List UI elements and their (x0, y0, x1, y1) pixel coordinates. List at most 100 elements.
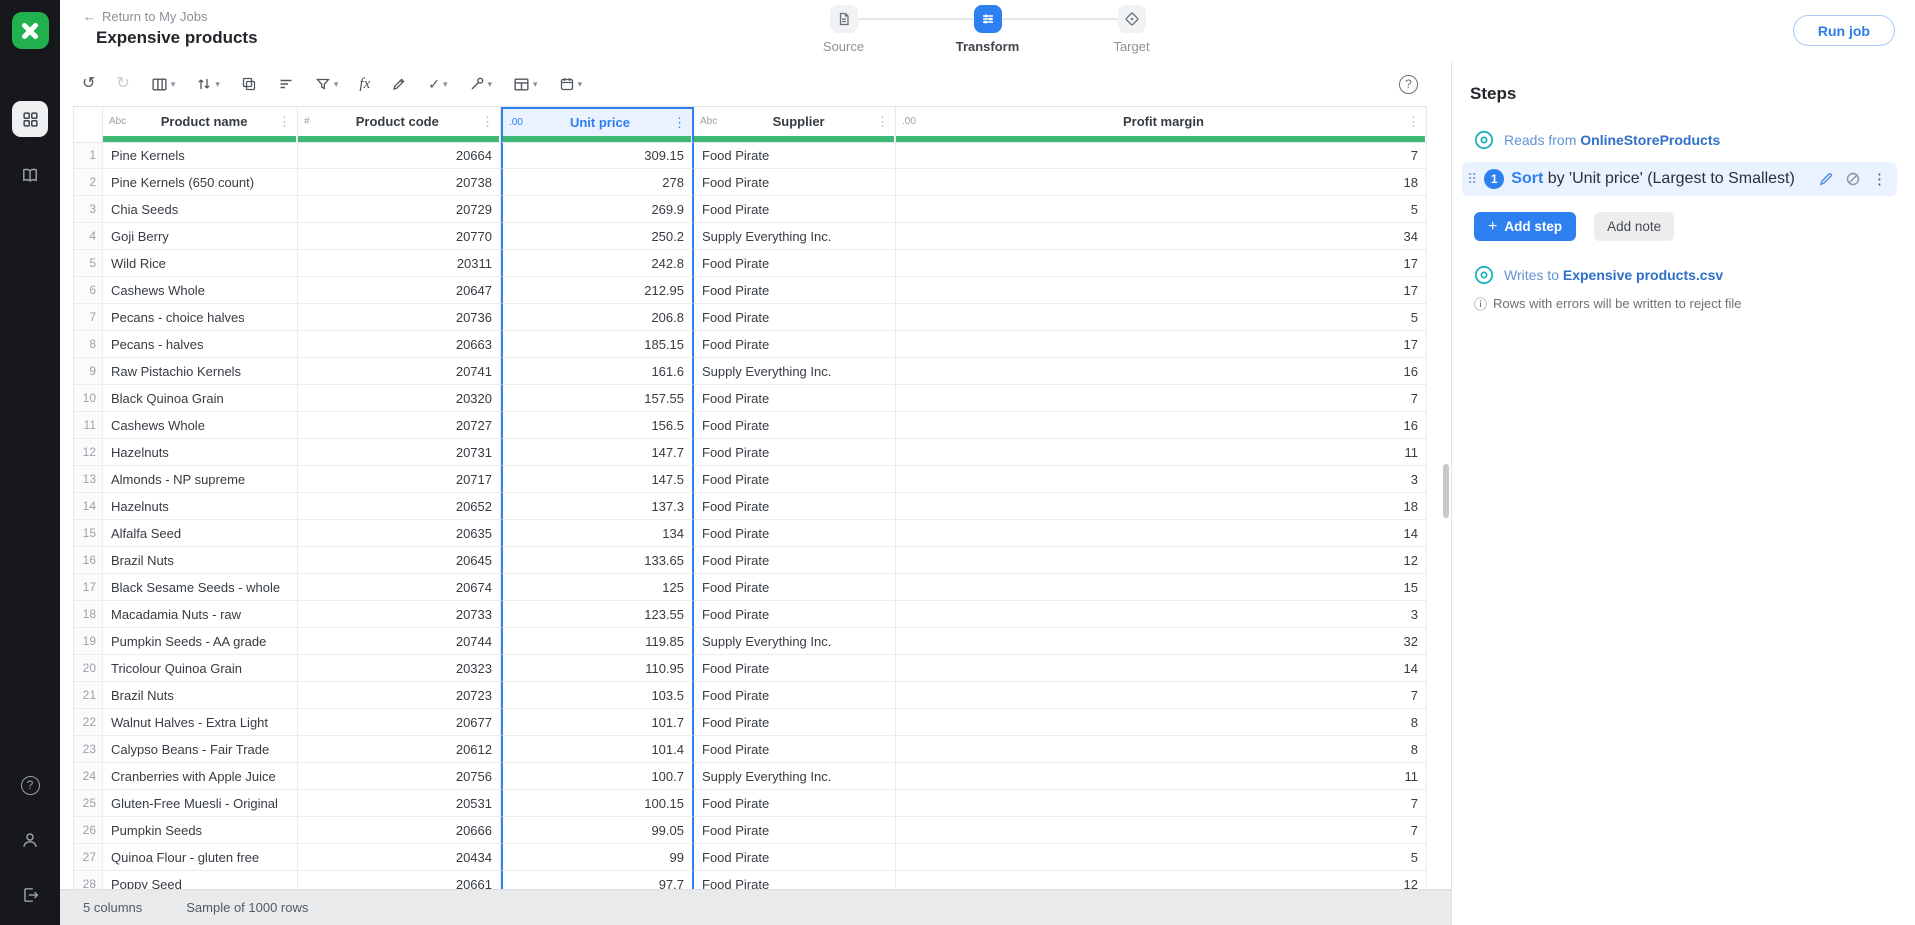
cell[interactable]: Food Pirate (694, 844, 896, 871)
cell[interactable]: Macadamia Nuts - raw (103, 601, 298, 628)
cell[interactable]: 206.8 (501, 304, 694, 331)
cell[interactable]: 100.15 (501, 790, 694, 817)
stepper-source[interactable]: Source (830, 5, 858, 33)
column-menu-icon[interactable]: ⋮ (876, 114, 889, 130)
cell[interactable]: 8 (896, 736, 1427, 763)
cell[interactable]: 20736 (298, 304, 501, 331)
cell[interactable]: 20652 (298, 493, 501, 520)
grid-scrollbar-thumb[interactable] (1443, 464, 1449, 518)
cell[interactable]: Food Pirate (694, 736, 896, 763)
cell[interactable]: Pecans - choice halves (103, 304, 298, 331)
cell[interactable]: Food Pirate (694, 277, 896, 304)
cell[interactable]: 5 (896, 196, 1427, 223)
cell[interactable]: Quinoa Flour - gluten free (103, 844, 298, 871)
cell[interactable]: 125 (501, 574, 694, 601)
validate-icon[interactable]: ✓▾ (428, 77, 447, 91)
write-step-file-link[interactable]: Expensive products.csv (1563, 267, 1723, 283)
cell[interactable]: Supply Everything Inc. (694, 223, 896, 250)
cell[interactable]: 18 (896, 169, 1427, 196)
cell[interactable]: 14 (896, 655, 1427, 682)
cell[interactable]: 20666 (298, 817, 501, 844)
cell[interactable]: Pumpkin Seeds - AA grade (103, 628, 298, 655)
account-icon[interactable] (12, 822, 48, 858)
app-logo[interactable] (12, 12, 49, 49)
stepper-transform[interactable]: Transform (974, 5, 1002, 33)
cell[interactable]: Food Pirate (694, 196, 896, 223)
column-header-supplier[interactable]: AbcSupplier⋮ (694, 107, 896, 143)
cell[interactable]: 212.95 (501, 277, 694, 304)
cell[interactable]: 250.2 (501, 223, 694, 250)
cell[interactable]: 309.15 (501, 142, 694, 169)
cell[interactable]: 20744 (298, 628, 501, 655)
cell[interactable]: 3 (896, 466, 1427, 493)
cell[interactable]: 11 (896, 439, 1427, 466)
cell[interactable]: 20311 (298, 250, 501, 277)
write-step[interactable]: Writes to Expensive products.csv (1470, 265, 1899, 285)
cell[interactable]: Raw Pistachio Kernels (103, 358, 298, 385)
cell[interactable]: 34 (896, 223, 1427, 250)
cell[interactable]: 14 (896, 520, 1427, 547)
cell[interactable]: 7 (896, 790, 1427, 817)
cell[interactable]: 7 (896, 142, 1427, 169)
cell[interactable]: Supply Everything Inc. (694, 628, 896, 655)
cell[interactable]: Food Pirate (694, 493, 896, 520)
cell[interactable]: 17 (896, 250, 1427, 277)
cell[interactable]: 20674 (298, 574, 501, 601)
dedupe-icon[interactable] (241, 76, 257, 92)
cell[interactable]: 20741 (298, 358, 501, 385)
fix-icon[interactable]: ▾ (469, 76, 493, 92)
sidebar-item-library[interactable] (12, 157, 48, 193)
cell[interactable]: 20663 (298, 331, 501, 358)
cell[interactable]: Gluten-Free Muesli - Original (103, 790, 298, 817)
edit-cells-icon[interactable] (391, 76, 407, 92)
cell[interactable]: 269.9 (501, 196, 694, 223)
cell[interactable]: Black Sesame Seeds - whole (103, 574, 298, 601)
cell[interactable]: Hazelnuts (103, 493, 298, 520)
cell[interactable]: Goji Berry (103, 223, 298, 250)
cell[interactable]: Brazil Nuts (103, 547, 298, 574)
redo-icon[interactable]: ↻ (116, 76, 129, 92)
cell[interactable]: 123.55 (501, 601, 694, 628)
edit-step-icon[interactable] (1818, 171, 1834, 187)
columns-icon[interactable]: ▾ (151, 76, 176, 93)
cell[interactable]: Alfalfa Seed (103, 520, 298, 547)
cell[interactable]: 161.6 (501, 358, 694, 385)
column-header-profit-margin[interactable]: .00Profit margin⋮ (896, 107, 1427, 143)
cell[interactable]: 20738 (298, 169, 501, 196)
cell[interactable]: Calypso Beans - Fair Trade (103, 736, 298, 763)
cell[interactable]: Supply Everything Inc. (694, 358, 896, 385)
cell[interactable]: 20647 (298, 277, 501, 304)
cell[interactable]: 20727 (298, 412, 501, 439)
cell[interactable]: 32 (896, 628, 1427, 655)
cell[interactable]: Food Pirate (694, 142, 896, 169)
filter-icon[interactable]: ▾ (315, 76, 339, 92)
column-header-unit-price[interactable]: .00Unit price⋮ (501, 107, 694, 143)
cell[interactable]: Food Pirate (694, 601, 896, 628)
cell[interactable]: Food Pirate (694, 655, 896, 682)
cell[interactable]: 7 (896, 817, 1427, 844)
cell[interactable]: 20320 (298, 385, 501, 412)
cell[interactable]: 11 (896, 763, 1427, 790)
column-header-product-code[interactable]: #Product code⋮ (298, 107, 501, 143)
column-menu-icon[interactable]: ⋮ (673, 115, 686, 131)
cell[interactable]: 17 (896, 331, 1427, 358)
cell[interactable]: Walnut Halves - Extra Light (103, 709, 298, 736)
cell[interactable]: 134 (501, 520, 694, 547)
cell[interactable]: Poppy Seed (103, 871, 298, 889)
cell[interactable]: Cranberries with Apple Juice (103, 763, 298, 790)
cell[interactable]: Pine Kernels (103, 142, 298, 169)
cell[interactable]: Food Pirate (694, 709, 896, 736)
cell[interactable]: 278 (501, 169, 694, 196)
cell[interactable]: 103.5 (501, 682, 694, 709)
cell[interactable]: 15 (896, 574, 1427, 601)
column-menu-icon[interactable]: ⋮ (1407, 114, 1420, 130)
cell[interactable]: 18 (896, 493, 1427, 520)
cell[interactable]: 12 (896, 871, 1427, 889)
undo-icon[interactable]: ↺ (82, 76, 95, 92)
cell[interactable]: 20717 (298, 466, 501, 493)
cell[interactable]: Brazil Nuts (103, 682, 298, 709)
cell[interactable]: Food Pirate (694, 682, 896, 709)
formula-icon[interactable]: fx (359, 76, 370, 93)
cell[interactable]: 147.5 (501, 466, 694, 493)
cell[interactable]: Food Pirate (694, 169, 896, 196)
